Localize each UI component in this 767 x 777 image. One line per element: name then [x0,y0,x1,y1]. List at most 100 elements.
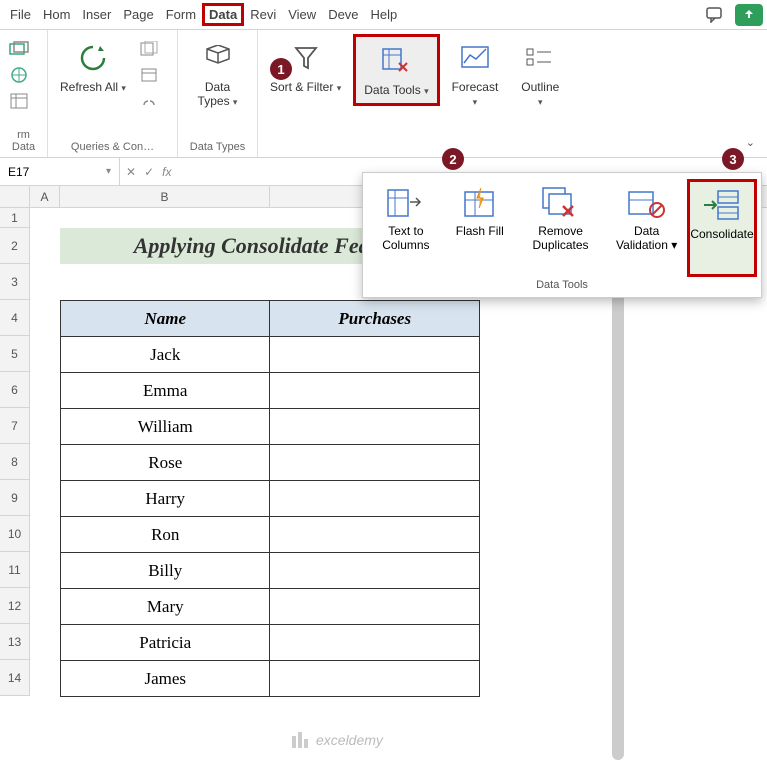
cell-name[interactable]: Rose [61,445,270,481]
menu-data[interactable]: Data [202,3,244,26]
outline-icon [522,40,558,76]
cell-purchases[interactable] [270,409,480,445]
watermark: exceldemy [290,730,383,750]
cell-name[interactable]: Billy [61,553,270,589]
row-header[interactable]: 8 [0,444,30,480]
table-row[interactable]: William [61,409,480,445]
cell-name[interactable]: James [61,661,270,697]
row-header[interactable]: 5 [0,336,30,372]
cancel-formula-icon[interactable]: ✕ [126,165,136,179]
table-row[interactable]: Billy [61,553,480,589]
cell-name[interactable]: Jack [61,337,270,373]
enter-formula-icon[interactable]: ✓ [144,165,154,179]
remove-duplicates-button[interactable]: Remove Duplicates [515,179,607,277]
refresh-all-button[interactable]: Refresh All ▾ [52,34,134,100]
data-validation-button[interactable]: Data Validation ▾ [606,179,687,277]
name-box[interactable]: E17 ▾ [0,158,120,185]
text-to-columns-icon [386,183,426,223]
properties-icon[interactable] [138,64,160,86]
menu-formulas[interactable]: Form [160,3,202,26]
table-row[interactable]: Ron [61,517,480,553]
data-types-icon [200,40,236,76]
ribbon-group-remaining: Sort & Filter ▾ Data Tools ▾ Forecast▾ O… [258,30,767,157]
from-table-icon[interactable] [8,90,30,112]
forecast-label: Forecast [452,80,499,94]
cell-purchases[interactable] [270,625,480,661]
row-header[interactable]: 9 [0,480,30,516]
cell-name[interactable]: Harry [61,481,270,517]
cell-name[interactable]: Ron [61,517,270,553]
flash-fill-button[interactable]: Flash Fill [445,179,515,277]
row-header[interactable]: 3 [0,264,30,300]
consolidate-icon [702,186,742,226]
menu-page[interactable]: Page [117,3,159,26]
name-box-value: E17 [8,165,29,179]
chevron-down-icon: ▾ [424,86,429,96]
cell-purchases[interactable] [270,481,480,517]
menu-help[interactable]: Help [365,3,404,26]
header-purchases: Purchases [270,301,480,337]
col-header-a[interactable]: A [30,186,60,207]
data-types-button[interactable]: Data Types ▾ [182,34,253,115]
comments-icon[interactable] [701,4,729,26]
table-row[interactable]: Jack [61,337,480,373]
consolidate-label: Consolidate [690,228,753,242]
row-header[interactable]: 7 [0,408,30,444]
watermark-icon [290,730,310,750]
cell-name[interactable]: Patricia [61,625,270,661]
row-header[interactable]: 4 [0,300,30,336]
get-data-icon[interactable] [8,38,30,60]
outline-button[interactable]: Outline▾ [510,34,570,115]
row-header[interactable]: 12 [0,588,30,624]
table-row[interactable]: James [61,661,480,697]
cell-purchases[interactable] [270,589,480,625]
menu-review[interactable]: Revi [244,3,282,26]
select-all-corner[interactable] [0,186,30,207]
forecast-button[interactable]: Forecast▾ [444,34,507,115]
table-row[interactable]: Mary [61,589,480,625]
cell-name[interactable]: Emma [61,373,270,409]
forecast-icon [457,40,493,76]
scrollbar-vertical[interactable] [612,280,624,760]
table-row[interactable]: Emma [61,373,480,409]
table-row[interactable]: Patricia [61,625,480,661]
menu-insert[interactable]: Inser [76,3,117,26]
flash-fill-icon [460,183,500,223]
edit-links-icon[interactable] [138,90,160,112]
cell-purchases[interactable] [270,553,480,589]
table-row[interactable]: Harry [61,481,480,517]
row-header[interactable]: 14 [0,660,30,696]
share-button[interactable] [735,4,763,26]
row-header[interactable]: 10 [0,516,30,552]
col-header-b[interactable]: B [60,186,270,207]
row-header[interactable]: 11 [0,552,30,588]
chevron-down-icon: ▾ [233,97,238,107]
from-web-icon[interactable] [8,64,30,86]
chevron-down-icon[interactable]: ▾ [106,166,111,177]
group-label-queries: Queries & Con… [52,139,173,157]
cell-name[interactable]: Mary [61,589,270,625]
menu-home[interactable]: Hom [37,3,76,26]
consolidate-button[interactable]: Consolidate [687,179,757,277]
queries-icon[interactable] [138,38,160,60]
menu-developer[interactable]: Deve [322,3,364,26]
text-to-columns-button[interactable]: Text to Columns [367,179,445,277]
dropdown-group-label: Data Tools [363,277,761,297]
ribbon-collapse-icon[interactable]: ⌄ [746,136,755,149]
row-header[interactable]: 6 [0,372,30,408]
row-header[interactable]: 1 [0,208,30,228]
table-row[interactable]: Rose [61,445,480,481]
cell-purchases[interactable] [270,445,480,481]
cell-purchases[interactable] [270,517,480,553]
cell-purchases[interactable] [270,373,480,409]
row-header[interactable]: 2 [0,228,30,264]
data-tools-button[interactable]: Data Tools ▾ [353,34,439,106]
row-header[interactable]: 13 [0,624,30,660]
menu-view[interactable]: View [282,3,322,26]
cell-name[interactable]: William [61,409,270,445]
fx-icon[interactable]: fx [162,165,171,179]
menu-file[interactable]: File [4,3,37,26]
cell-purchases[interactable] [270,337,480,373]
cell-purchases[interactable] [270,661,480,697]
ribbon-group-datatypes: Data Types ▾ Data Types [178,30,258,157]
